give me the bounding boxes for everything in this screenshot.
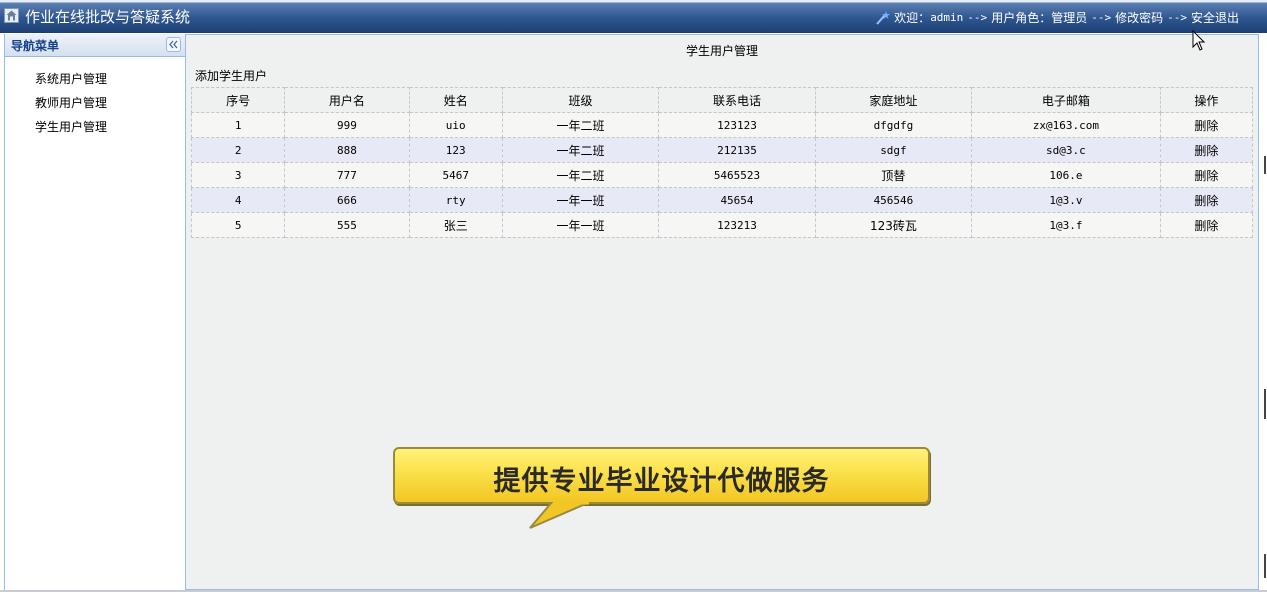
arrow-separator: --> bbox=[967, 11, 988, 24]
column-header: 序号 bbox=[190, 87, 286, 113]
nav-menu: 系统用户管理 教师用户管理 学生用户管理 bbox=[35, 70, 107, 142]
cell-phone: 123123 bbox=[658, 112, 816, 138]
cell-email: zx@163.com bbox=[971, 112, 1161, 138]
cell-action: 删除 bbox=[1159, 137, 1254, 163]
cell-name: 123 bbox=[408, 137, 503, 163]
cell-phone: 45654 bbox=[658, 187, 816, 213]
column-header: 姓名 bbox=[408, 87, 503, 113]
column-header: 操作 bbox=[1159, 87, 1254, 113]
edge-mark bbox=[1264, 156, 1266, 174]
cell-class: 一年二班 bbox=[501, 162, 660, 188]
promo-text: 提供专业毕业设计代做服务 bbox=[493, 466, 830, 497]
cell-no: 4 bbox=[190, 187, 286, 213]
nav-title: 导航菜单 bbox=[11, 39, 60, 53]
table-row: 5 555 张三 一年一班 123213 123砖瓦 1@3.f 删除 bbox=[190, 212, 1254, 238]
add-student-link[interactable]: 添加学生用户 bbox=[195, 67, 267, 84]
cell-no: 2 bbox=[190, 137, 286, 163]
role-label: 用户角色： bbox=[991, 11, 1052, 25]
cell-phone: 212135 bbox=[658, 137, 816, 163]
column-header: 电子邮箱 bbox=[971, 87, 1161, 113]
cell-class: 一年一班 bbox=[501, 187, 660, 213]
cell-email: 106.e bbox=[971, 162, 1161, 188]
app-title: 作业在线批改与答疑系统 bbox=[25, 8, 191, 26]
cell-no: 1 bbox=[190, 112, 286, 138]
sidebar: 导航菜单 系统用户管理 教师用户管理 学生用户管理 bbox=[4, 34, 185, 590]
table-header-row: 序号 用户名 姓名 班级 联系电话 家庭地址 电子邮箱 操作 bbox=[190, 87, 1254, 113]
cell-username: 777 bbox=[284, 162, 410, 188]
user-bar: 欢迎： admin --> 用户角色： 管理员 --> 修改密码 --> 安全退… bbox=[875, 9, 1239, 26]
cell-no: 5 bbox=[190, 212, 286, 238]
cell-address: 123砖瓦 bbox=[814, 212, 973, 238]
username: admin bbox=[930, 11, 964, 24]
cell-name: 张三 bbox=[408, 212, 503, 238]
cell-class: 一年一班 bbox=[501, 212, 660, 238]
cell-action: 删除 bbox=[1159, 112, 1254, 138]
cell-phone: 123213 bbox=[658, 212, 816, 238]
delete-link[interactable]: 删除 bbox=[1194, 219, 1218, 233]
collapse-sidebar-button[interactable] bbox=[166, 37, 181, 52]
change-password-link[interactable]: 修改密码 bbox=[1115, 9, 1163, 26]
cell-no: 3 bbox=[190, 162, 286, 188]
cell-name: rty bbox=[408, 187, 503, 213]
column-header: 联系电话 bbox=[658, 87, 816, 113]
page-title: 学生用户管理 bbox=[685, 44, 758, 58]
cell-address: dfgdfg bbox=[814, 112, 973, 138]
double-chevron-left-icon bbox=[169, 40, 178, 49]
table-row: 2 888 123 一年二班 212135 sdgf sd@3.c 删除 bbox=[190, 137, 1254, 163]
column-header: 班级 bbox=[501, 87, 660, 113]
top-header: 作业在线批改与答疑系统 欢迎： admin --> 用户角色： 管理员 --> … bbox=[0, 0, 1267, 33]
edge-mark bbox=[1264, 389, 1266, 419]
window-edge bbox=[1259, 33, 1267, 592]
cell-email: sd@3.c bbox=[971, 137, 1161, 163]
delete-link[interactable]: 删除 bbox=[1194, 194, 1218, 208]
table-row: 1 999 uio 一年二班 123123 dfgdfg zx@163.com … bbox=[190, 112, 1254, 138]
cell-phone: 5465523 bbox=[658, 162, 816, 188]
table-row: 4 666 rty 一年一班 45654 456546 1@3.v 删除 bbox=[190, 187, 1254, 213]
sidebar-item-student-users[interactable]: 学生用户管理 bbox=[35, 118, 107, 142]
column-header: 用户名 bbox=[284, 87, 410, 113]
table-row: 3 777 5467 一年二班 5465523 顶替 106.e 删除 bbox=[190, 162, 1254, 188]
cell-address: 顶替 bbox=[814, 162, 973, 188]
sidebar-item-system-users[interactable]: 系统用户管理 bbox=[35, 70, 107, 94]
cell-address: sdgf bbox=[814, 137, 973, 163]
cell-username: 888 bbox=[284, 137, 410, 163]
magic-wand-icon bbox=[875, 10, 891, 25]
edge-mark bbox=[1264, 554, 1266, 578]
role-value: 管理员 bbox=[1051, 11, 1088, 25]
cell-action: 删除 bbox=[1159, 187, 1254, 213]
delete-link[interactable]: 删除 bbox=[1194, 119, 1218, 133]
column-header: 家庭地址 bbox=[814, 87, 973, 113]
home-icon bbox=[4, 8, 19, 23]
cell-email: 1@3.v bbox=[971, 187, 1161, 213]
delete-link[interactable]: 删除 bbox=[1194, 169, 1218, 183]
promo-callout: 提供专业毕业设计代做服务 bbox=[393, 447, 930, 504]
cell-username: 555 bbox=[284, 212, 410, 238]
cell-address: 456546 bbox=[814, 187, 973, 213]
cell-action: 删除 bbox=[1159, 162, 1254, 188]
cell-class: 一年二班 bbox=[501, 137, 660, 163]
cell-name: 5467 bbox=[408, 162, 503, 188]
main-panel: 学生用户管理 添加学生用户 序号 用户名 姓名 班级 联系电话 家庭地址 电子邮… bbox=[185, 34, 1259, 590]
delete-link[interactable]: 删除 bbox=[1194, 144, 1218, 158]
cell-action: 删除 bbox=[1159, 212, 1254, 238]
sidebar-item-teacher-users[interactable]: 教师用户管理 bbox=[35, 94, 107, 118]
cell-username: 666 bbox=[284, 187, 410, 213]
arrow-separator: --> bbox=[1167, 11, 1187, 24]
cell-username: 999 bbox=[284, 112, 410, 138]
cell-email: 1@3.f bbox=[971, 212, 1161, 238]
cell-name: uio bbox=[408, 112, 503, 138]
callout-tail bbox=[529, 502, 591, 529]
welcome-label: 欢迎： bbox=[894, 11, 931, 25]
arrow-separator: --> bbox=[1091, 11, 1112, 24]
student-table: 序号 用户名 姓名 班级 联系电话 家庭地址 电子邮箱 操作 1 999 uio… bbox=[190, 87, 1254, 238]
nav-header: 导航菜单 bbox=[5, 34, 185, 57]
cell-class: 一年二班 bbox=[501, 112, 660, 138]
mouse-cursor-icon bbox=[1192, 30, 1206, 51]
logout-link[interactable]: 安全退出 bbox=[1191, 9, 1239, 26]
